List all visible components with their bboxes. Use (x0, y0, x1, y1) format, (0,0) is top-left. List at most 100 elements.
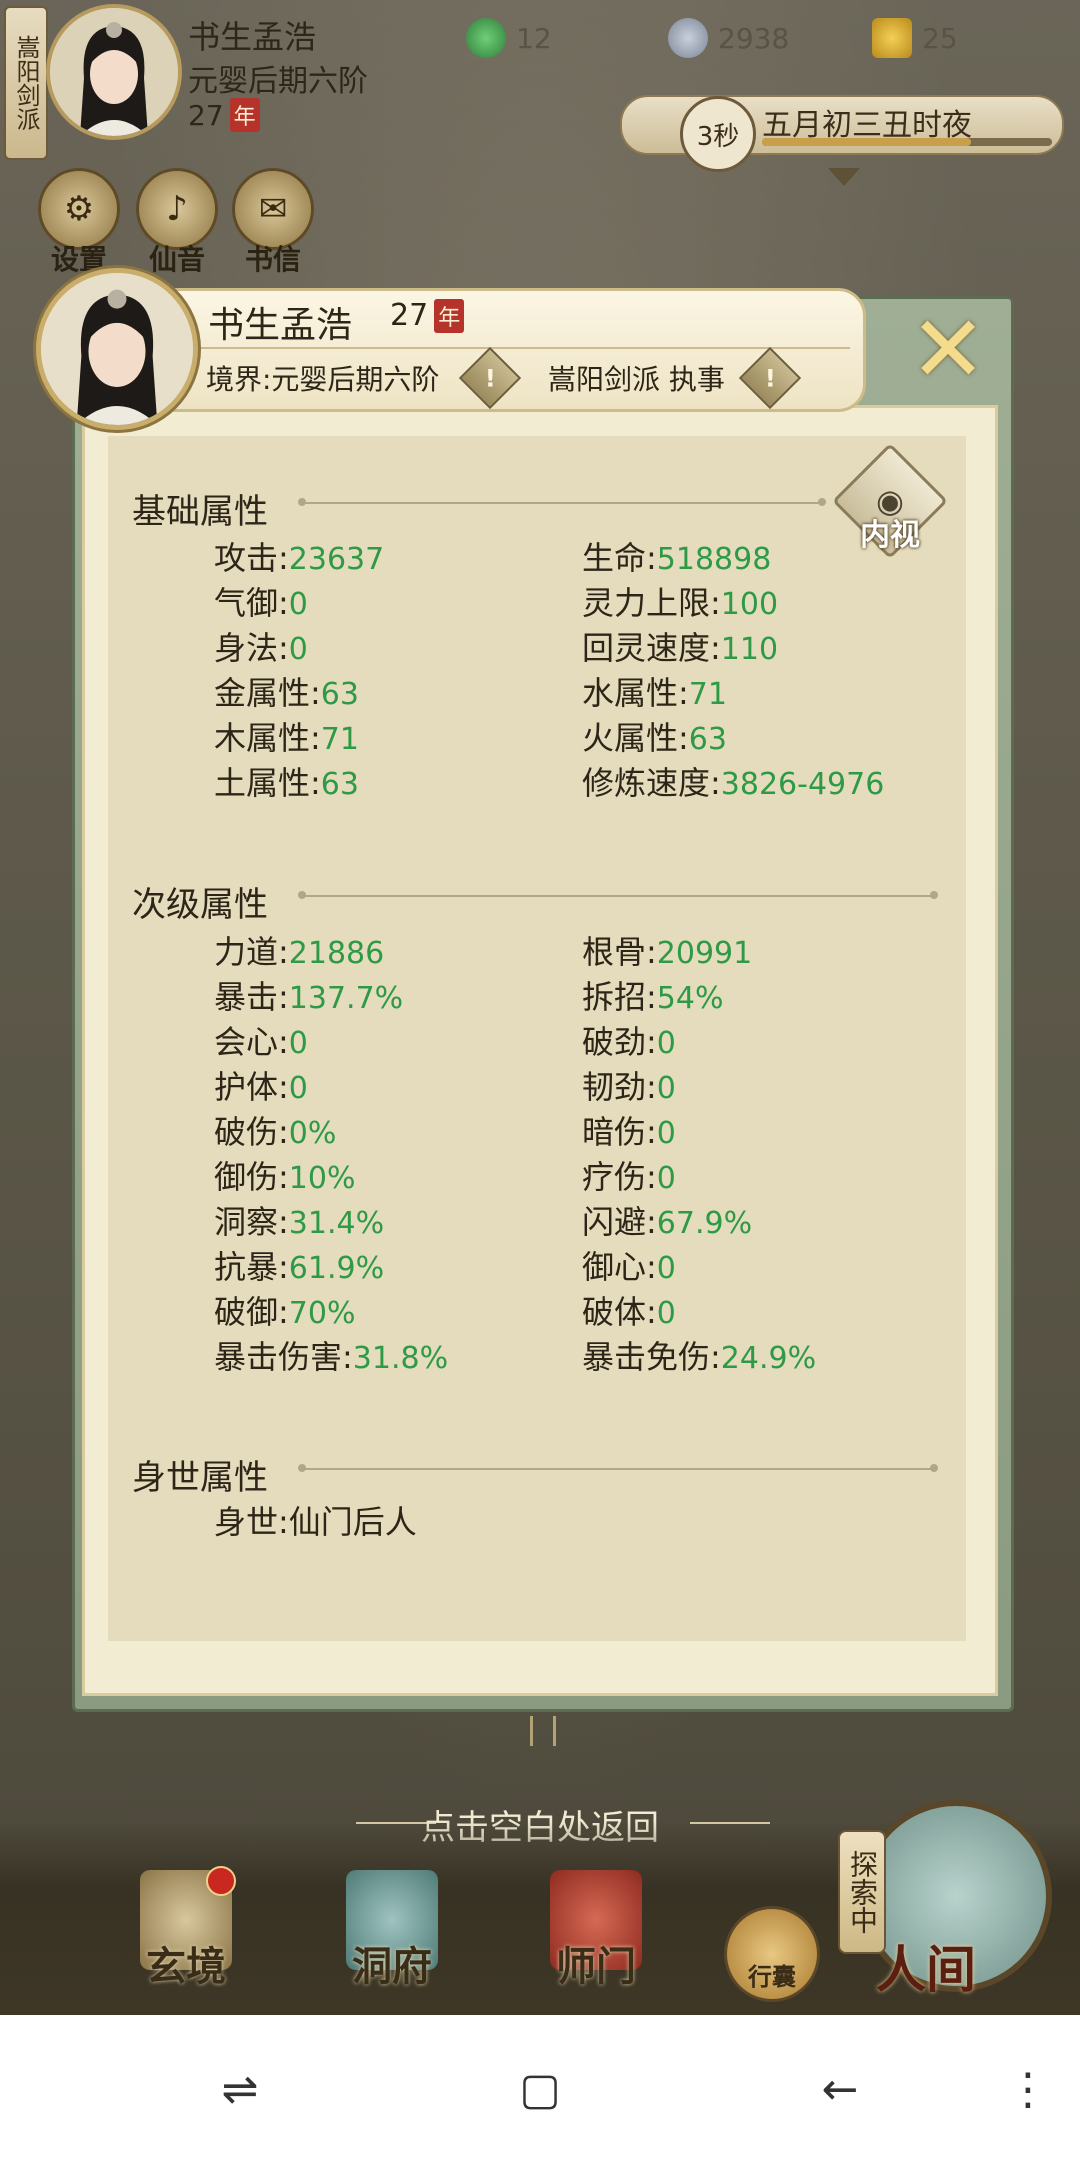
bag-label: 行囊 (748, 1963, 796, 1991)
basic-right-stat: 灵力上限:100 (582, 578, 778, 624)
jade-ring-icon (466, 18, 506, 58)
age-value: 27 (188, 98, 224, 132)
basic-left-stat: 金属性:63 (214, 668, 359, 714)
coin-icon (668, 18, 708, 58)
currency-coin-value: 2938 (718, 21, 790, 55)
timer-badge: 3秒 (680, 96, 756, 172)
basic-right-stat: 修炼速度:3826-4976 (582, 758, 884, 804)
player-name: 书生孟浩 (188, 18, 317, 56)
secondary-left-stat: 护体:0 (214, 1062, 308, 1108)
player-avatar[interactable] (46, 4, 182, 140)
music-button[interactable]: ♪ 仙音 (132, 168, 222, 278)
basic-left-stat: 身法:0 (214, 623, 308, 669)
stat-label: 回灵速度: (582, 629, 721, 667)
stat-label: 御伤: (214, 1158, 289, 1196)
stat-value: 24.9% (720, 1341, 817, 1376)
currency-jade[interactable]: 12 (466, 18, 552, 58)
time-progress-bar (762, 138, 1052, 146)
secondary-right-stat: 御心:0 (582, 1242, 676, 1288)
stat-value: 137.7% (288, 981, 404, 1016)
profile-sect: 嵩阳剑派 执事 (548, 363, 725, 396)
stat-label: 拆招: (582, 978, 657, 1016)
chevron-down-icon[interactable] (828, 168, 860, 186)
secondary-left-stat: 洞察:31.4% (214, 1197, 384, 1243)
inner-view-button[interactable]: ◉ 内视 (832, 443, 948, 559)
secondary-right-stat: 拆招:54% (582, 972, 723, 1018)
stat-value: 71 (320, 722, 359, 757)
section-divider (298, 1464, 938, 1472)
secondary-left-stat: 破御:70% (214, 1287, 355, 1333)
notification-dot (206, 1866, 236, 1896)
stat-label: 身世: (214, 1503, 289, 1541)
profile-age-value: 27 (390, 298, 429, 333)
stat-value: 110 (720, 632, 779, 667)
secondary-right-stat: 韧劲:0 (582, 1062, 676, 1108)
secondary-attributes-title: 次级属性 (132, 885, 268, 925)
secondary-left-stat: 力道:21886 (214, 927, 384, 973)
player-realm: 元婴后期六阶 (188, 64, 368, 99)
inner-view-label: 内视 (860, 518, 920, 553)
back-icon[interactable]: ← (812, 2062, 868, 2118)
nav-sect-label: 师门 (556, 1944, 636, 1990)
stat-value: 0 (656, 1071, 676, 1106)
stat-value: 31.4% (288, 1206, 385, 1241)
stat-label: 抗暴: (214, 1248, 289, 1286)
stat-value: 63 (320, 677, 359, 712)
stat-value: 100 (720, 587, 779, 622)
currency-gold[interactable]: 25 (872, 18, 958, 58)
nav-sect[interactable]: 师门 (516, 1870, 676, 1992)
stat-label: 修炼速度: (582, 764, 721, 802)
stat-label: 韧劲: (582, 1068, 657, 1106)
stat-label: 破伤: (214, 1113, 289, 1151)
stat-value: 0 (288, 1071, 308, 1106)
home-icon[interactable]: ▢ (512, 2062, 568, 2118)
basic-right-stat: 水属性:71 (582, 668, 727, 714)
profile-avatar (36, 268, 198, 430)
nav-cave-dwelling[interactable]: 洞府 (312, 1870, 472, 1992)
stat-value: 0% (288, 1116, 337, 1151)
bag-button[interactable]: 行囊 (724, 1906, 820, 2002)
settings-button[interactable]: ⚙ 设置 (34, 168, 124, 278)
stat-value: 63 (320, 767, 359, 802)
stat-label: 破御: (214, 1293, 289, 1331)
secondary-left-stat: 破伤:0% (214, 1107, 336, 1153)
letters-button[interactable]: ✉ 书信 (228, 168, 318, 278)
stat-label: 水属性: (582, 674, 689, 712)
nav-mystic-realm[interactable]: 玄境 (106, 1870, 266, 1992)
origin-attributes-title: 身世属性 (132, 1458, 268, 1498)
secondary-right-stat: 疗伤:0 (582, 1152, 676, 1198)
stat-value: 0 (656, 1296, 676, 1331)
currency-gold-value: 25 (922, 21, 958, 55)
close-button[interactable]: ✕ (898, 300, 998, 400)
stat-value: 0 (288, 632, 308, 667)
stat-value: 0 (656, 1251, 676, 1286)
menu-icon[interactable]: ⋮ (1000, 2062, 1056, 2118)
basic-left-stat: 木属性:71 (214, 713, 359, 759)
nav-mystic-realm-label: 玄境 (146, 1944, 226, 1990)
secondary-left-stat: 御伤:10% (214, 1152, 355, 1198)
basic-left-stat: 气御:0 (214, 578, 308, 624)
secondary-right-stat: 破体:0 (582, 1287, 676, 1333)
profile-age: 27 年 (390, 298, 465, 333)
stat-value: 0 (656, 1161, 676, 1196)
currency-coin[interactable]: 2938 (668, 18, 789, 58)
stat-label: 洞察: (214, 1203, 289, 1241)
basic-right-stat: 火属性:63 (582, 713, 727, 759)
basic-right-stat: 生命:518898 (582, 533, 771, 579)
recent-apps-icon[interactable]: ⇌ (212, 2062, 268, 2118)
stat-value: 71 (688, 677, 727, 712)
stat-value: 63 (688, 722, 727, 757)
basic-attributes-title: 基础属性 (132, 492, 268, 532)
currency-jade-value: 12 (516, 21, 552, 55)
stat-value: 10% (288, 1161, 356, 1196)
stat-label: 火属性: (582, 719, 689, 757)
stat-label: 暴击: (214, 978, 289, 1016)
secondary-right-stat: 暗伤:0 (582, 1107, 676, 1153)
stat-label: 土属性: (214, 764, 321, 802)
stat-label: 破劲: (582, 1023, 657, 1061)
stat-label: 攻击: (214, 539, 289, 577)
stat-label: 灵力上限: (582, 584, 721, 622)
profile-age-unit: 年 (434, 298, 465, 333)
stat-value: 23637 (288, 542, 385, 577)
profile-name: 书生孟浩 (208, 305, 353, 346)
